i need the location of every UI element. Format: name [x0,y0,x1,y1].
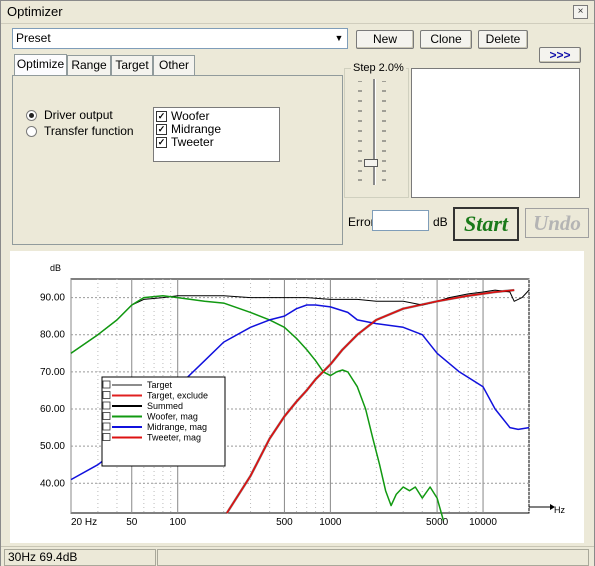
expand-button[interactable]: >>> [539,47,581,63]
x-tick-label: 50 [126,517,138,528]
checkmark-icon: ✓ [156,137,167,148]
y-tick-label: 40.00 [40,478,65,489]
checkmark-icon: ✓ [156,124,167,135]
tab-range[interactable]: Range [67,55,111,75]
optimizer-window: Optimizer × Preset ▼ New Clone Delete >>… [0,0,595,566]
radio-label: Driver output [44,108,113,122]
radio-label: Transfer function [44,124,134,138]
new-button[interactable]: New [356,30,414,49]
y-tick-label: 80.00 [40,330,65,341]
preset-value: Preset [16,31,51,45]
legend-checkbox [102,412,111,420]
x-tick-label: 100 [169,517,186,528]
legend-checkbox [102,391,111,399]
x-tick-label: 500 [276,517,293,528]
legend-label: Tweeter, mag [147,433,201,443]
optimizer-list[interactable] [411,68,580,198]
legend-checkbox [102,422,111,431]
radio-unselected-icon [26,126,37,137]
response-chart: 90.00 80.00 70.00 60.00 50.00 40.00 20 Hz 50 10… [40,263,566,528]
y-tick-label: 70.00 [40,367,65,378]
checkmark-icon: ✓ [156,111,167,122]
delete-button[interactable]: Delete [478,30,528,49]
error-input[interactable] [372,210,429,231]
radio-selected-icon [26,110,37,121]
tab-optimize[interactable]: Optimize [14,54,67,76]
undo-button[interactable]: Undo [525,208,589,238]
driver-list: ✓ Woofer ✓ Midrange ✓ Tweeter [153,107,280,162]
step-group [344,68,409,198]
x-axis-label: Hz [554,505,565,515]
checkbox-label: Woofer [171,109,210,123]
step-label: Step 2.0% [351,62,406,74]
chevron-down-icon[interactable]: ▼ [332,30,346,47]
status-panel [157,549,589,566]
start-button[interactable]: Start [453,207,519,241]
x-tick-label: 1000 [319,517,342,528]
status-cursor: 30Hz 69.4dB [4,549,156,566]
legend-checkbox [102,433,111,441]
legend-label: Midrange, mag [147,422,207,432]
status-bar: 30Hz 69.4dB [1,546,594,566]
close-button[interactable]: × [573,5,588,19]
error-label: Error [348,215,375,229]
step-slider-track[interactable] [373,79,376,185]
legend: TargetTarget, excludeSummedWoofer, magMi… [101,376,226,467]
window-title: Optimizer [7,4,63,19]
slider-ticks-left [358,81,362,181]
title-bar: Optimizer × [1,1,594,24]
y-axis-label: dB [50,263,61,273]
checkbox-label: Midrange [171,122,222,136]
legend-label: Target [147,380,173,390]
chart-area: 90.00 80.00 70.00 60.00 50.00 40.00 20 Hz 50 10… [10,251,584,543]
legend-label: Target, exclude [147,391,208,401]
slider-ticks-right [382,81,386,181]
x-tick-labels: 20 Hz 50 100 500 1000 5000 10000 [71,517,497,528]
preset-select[interactable]: Preset ▼ [12,28,348,49]
y-tick-labels: 90.00 80.00 70.00 60.00 50.00 40.00 [40,293,65,490]
x-tick-label: 10000 [469,517,497,528]
checkbox-label: Tweeter [171,135,214,149]
legend-checkbox [102,401,111,410]
tab-target[interactable]: Target [111,55,153,75]
y-tick-label: 50.00 [40,441,65,452]
tab-other[interactable]: Other [153,55,195,75]
x-tick-label: 20 Hz [71,517,97,528]
legend-label: Woofer, mag [147,412,198,422]
x-tick-label: 5000 [426,517,449,528]
y-tick-label: 60.00 [40,404,65,415]
clone-button[interactable]: Clone [420,30,472,49]
legend-label: Summed [147,401,183,411]
error-unit: dB [433,215,448,229]
y-tick-label: 90.00 [40,293,65,304]
step-slider-thumb[interactable] [364,159,378,167]
legend-checkbox [102,380,111,389]
